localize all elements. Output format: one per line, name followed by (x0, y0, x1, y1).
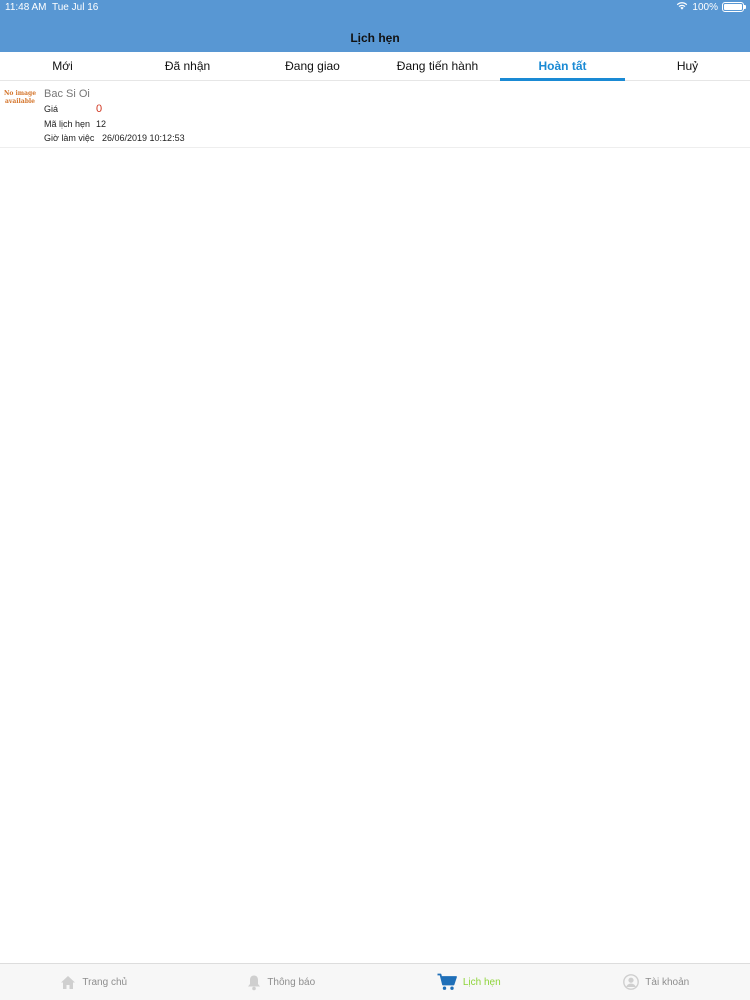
nav-home[interactable]: Trang chủ (0, 964, 188, 1000)
status-right: 100% (676, 1, 746, 13)
code-value: 12 (96, 119, 107, 129)
price-row: Giá 0 (44, 103, 102, 115)
nav-account-label: Tài khoản (645, 976, 690, 988)
nav-notifications-label: Thông báo (267, 976, 316, 988)
placeholder-line-2: available (5, 98, 35, 105)
home-icon (60, 975, 76, 990)
tab-cancelled[interactable]: Huỷ (625, 52, 750, 80)
wifi-icon (676, 1, 688, 13)
nav-appointments[interactable]: Lịch hẹn (375, 964, 563, 1000)
tab-bar: Mới Đã nhận Đang giao Đang tiến hành Hoà… (0, 52, 750, 81)
nav-account[interactable]: Tài khoản (563, 964, 750, 1000)
nav-appointments-label: Lịch hẹn (462, 976, 501, 988)
nav-home-label: Trang chủ (82, 976, 128, 988)
price-value: 0 (96, 103, 103, 115)
cart-icon (437, 973, 457, 991)
status-bar: 11:48 AM Tue Jul 16 100% (0, 0, 750, 16)
appointment-list-item[interactable]: No image available Bac Si Oi Giá 0 Mã lị… (0, 82, 750, 148)
tab-in-progress[interactable]: Đang tiến hành (375, 52, 500, 80)
tab-received[interactable]: Đã nhận (125, 52, 250, 80)
page-title: Lịch hẹn (350, 31, 400, 45)
status-date: Tue Jul 16 (52, 2, 99, 13)
time-row: Giờ làm việc 26/06/2019 10:12:53 (44, 133, 185, 143)
app-root: 11:48 AM Tue Jul 16 100% Lịch hẹn Mới Đã (0, 0, 750, 1000)
time-label: Giờ làm việc (44, 133, 95, 143)
header: 11:48 AM Tue Jul 16 100% Lịch hẹn (0, 0, 750, 52)
no-image-placeholder: No image available (2, 90, 38, 112)
code-label: Mã lịch hẹn (44, 119, 91, 129)
tab-completed[interactable]: Hoàn tất (500, 52, 625, 81)
battery-text: 100% (692, 1, 718, 13)
bell-icon (247, 974, 261, 991)
user-icon (623, 974, 640, 990)
tab-new[interactable]: Mới (0, 52, 125, 80)
appointment-title: Bac Si Oi (44, 88, 90, 100)
nav-notifications[interactable]: Thông báo (188, 964, 376, 1000)
battery-fill (724, 4, 742, 10)
code-row: Mã lịch hẹn 12 (44, 119, 106, 129)
status-time: 11:48 AM (5, 2, 47, 13)
time-value: 26/06/2019 10:12:53 (102, 133, 185, 143)
bottom-nav: Trang chủ Thông báo Lịch hẹn Tài khoản (0, 963, 750, 1000)
placeholder-line-1: No image (3, 90, 37, 97)
battery-icon (722, 2, 746, 12)
price-label: Giá (44, 104, 59, 114)
tab-delivering[interactable]: Đang giao (250, 52, 375, 80)
